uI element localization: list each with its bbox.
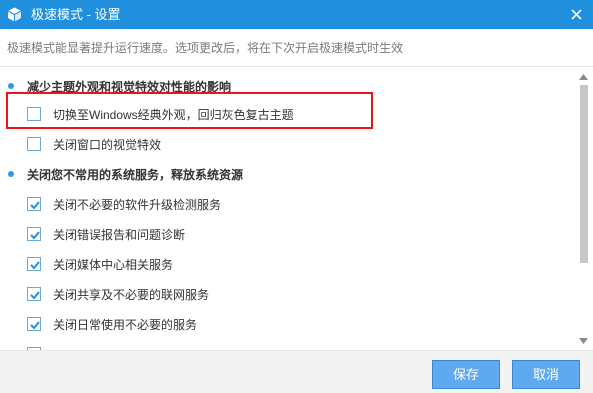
- option-classic-theme[interactable]: 切换至Windows经典外观，回归灰色复古主题: [27, 105, 294, 123]
- cancel-button[interactable]: 取消: [512, 360, 580, 389]
- option-sharing-network[interactable]: 关闭共享及不必要的联网服务: [27, 285, 209, 303]
- option-update-check[interactable]: 关闭不必要的软件升级检测服务: [27, 195, 221, 213]
- checkbox-checked[interactable]: [27, 197, 41, 211]
- option-unused-services[interactable]: 关闭日常使用不必要的服务: [27, 315, 197, 333]
- scroll-down-arrow-icon[interactable]: [578, 337, 589, 345]
- option-visual-effects[interactable]: 关闭窗口的视觉特效: [27, 135, 161, 153]
- option-label: 关闭窗口的视觉特效: [53, 137, 162, 152]
- checkbox-unchecked[interactable]: [27, 107, 41, 121]
- dialog-footer: 保存 取消: [0, 350, 593, 393]
- option-label: 关闭错误报告和问题诊断: [53, 227, 186, 242]
- window-title: 极速模式 - 设置: [31, 7, 121, 22]
- option-label: 关闭日常使用不必要的服务: [53, 317, 198, 332]
- scrollbar-thumb[interactable]: [580, 85, 588, 263]
- save-button[interactable]: 保存: [432, 360, 500, 389]
- checkbox-checked[interactable]: [27, 227, 41, 241]
- bullet-icon: [8, 83, 14, 89]
- bullet-icon: [8, 171, 14, 177]
- section-title: 关闭您不常用的系统服务，释放系统资源: [27, 167, 244, 182]
- option-label: 关闭不必要的软件升级检测服务: [53, 197, 222, 212]
- option-label: 切换至Windows经典外观，回归灰色复古主题: [53, 107, 294, 122]
- checkmark-icon: [30, 201, 40, 210]
- option-error-report[interactable]: 关闭错误报告和问题诊断: [27, 225, 185, 243]
- scroll-up-arrow-icon[interactable]: [578, 73, 589, 81]
- cube-logo-icon: [7, 7, 22, 22]
- close-icon[interactable]: [569, 7, 584, 22]
- checkmark-icon: [30, 291, 40, 300]
- checkbox-checked[interactable]: [27, 287, 41, 301]
- checkbox-checked[interactable]: [27, 257, 41, 271]
- checkbox-checked[interactable]: [27, 317, 41, 331]
- section-header-services: 关闭您不常用的系统服务，释放系统资源: [8, 165, 243, 183]
- checkmark-icon: [30, 231, 40, 240]
- checkmark-icon: [30, 321, 40, 330]
- option-label: 关闭共享及不必要的联网服务: [53, 287, 210, 302]
- option-media-center[interactable]: 关闭媒体中心相关服务: [27, 255, 173, 273]
- option-label: 关闭媒体中心相关服务: [53, 257, 174, 272]
- checkbox-unchecked[interactable]: [27, 137, 41, 151]
- description-text: 极速模式能显著提升运行速度。选项更改后，将在下次开启极速模式时生效: [7, 41, 404, 55]
- title-bar: 极速模式 - 设置: [0, 0, 593, 29]
- settings-list: 减少主题外观和视觉特效对性能的影响 切换至Windows经典外观，回归灰色复古主…: [0, 67, 593, 350]
- checkmark-icon: [30, 261, 40, 270]
